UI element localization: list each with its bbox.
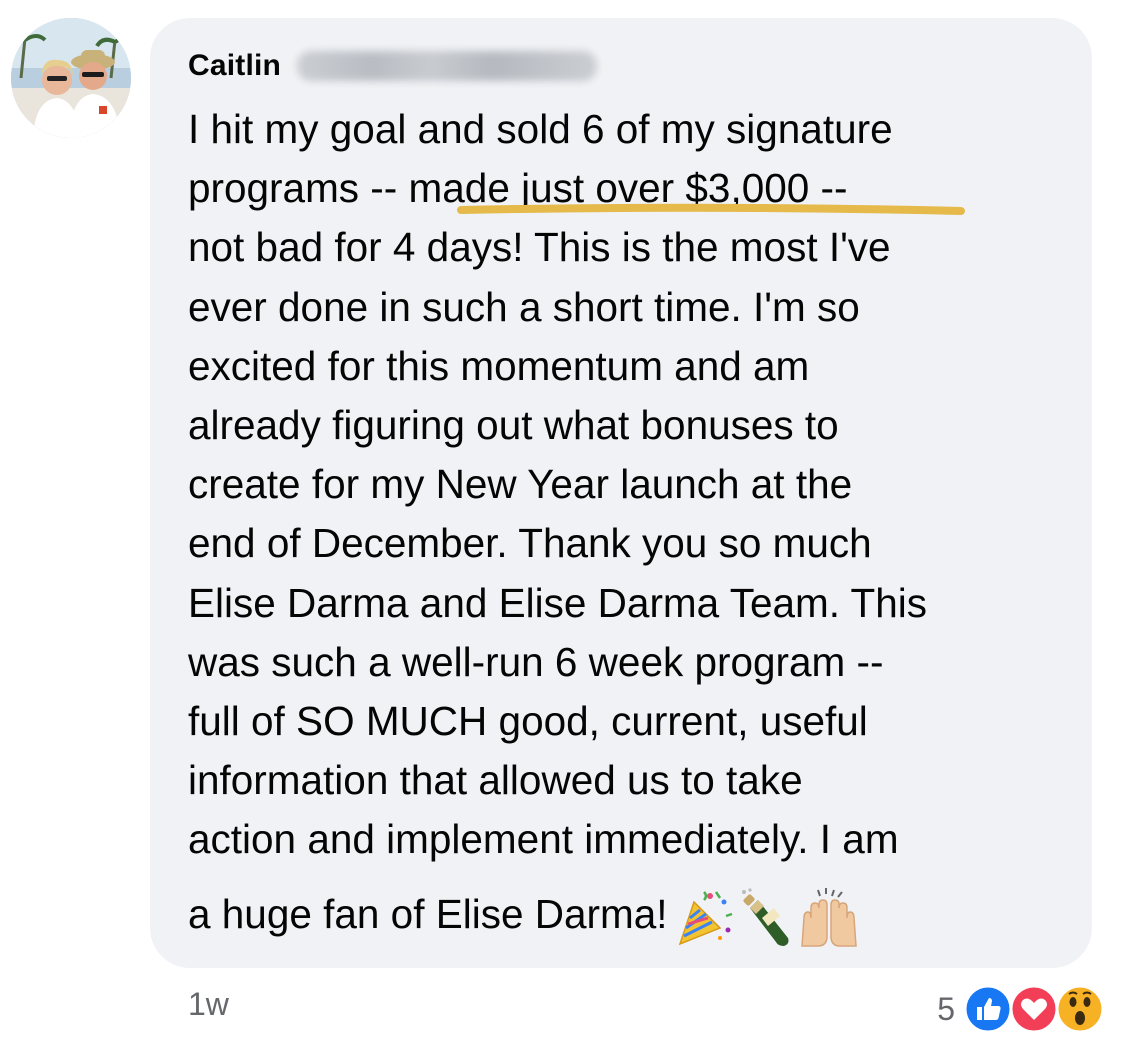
party-popper-icon	[674, 888, 734, 948]
comment-line: I hit my goal and sold 6 of my signature	[188, 106, 893, 152]
comment-line: ever done in such a short time. I'm so	[188, 283, 860, 330]
author-avatar[interactable]	[11, 18, 131, 138]
like-reaction-icon	[963, 984, 1013, 1034]
raised-hands-icon	[798, 887, 860, 948]
comment-line: Elise Darma and Elise Darma Team. This	[188, 579, 928, 626]
comment-line: a huge fan of Elise Darma!	[188, 891, 668, 938]
comment-line: not bad for 4 days! This is the most I'v…	[188, 224, 891, 271]
comment-line: excited for this momentum and am	[188, 342, 810, 389]
wow-reaction-icon	[1055, 984, 1105, 1034]
author-name[interactable]: Caitlin	[188, 49, 281, 83]
comment-line-with-emojis: a huge fan of Elise Darma!	[188, 885, 1078, 947]
comment-line: action and implement immediately. I am	[188, 816, 899, 863]
avatar-photo	[11, 18, 131, 138]
comment-line: was such a well-run 6 week program --	[188, 638, 884, 685]
comment-author[interactable]: Caitlin	[188, 44, 598, 88]
comment-timestamp[interactable]: 1w	[188, 986, 229, 1023]
love-reaction-icon	[1009, 984, 1059, 1034]
comment-line: end of December. Thank you so much	[188, 520, 872, 567]
comment-line: information that allowed us to take	[188, 757, 803, 804]
reaction-count: 5	[937, 990, 955, 1027]
reaction-summary[interactable]: 5	[937, 984, 1113, 1034]
comment-body: I hit my goal and sold 6 of my signature…	[188, 100, 1078, 947]
reaction-icons	[963, 984, 1113, 1034]
comment-line: full of SO MUCH good, current, useful	[188, 697, 868, 744]
author-last-name-redacted	[297, 51, 598, 81]
comment-line: create for my New Year launch at the	[188, 461, 853, 508]
comment-line: programs -- made just over $3,000 --	[188, 165, 848, 212]
comment-line: already figuring out what bonuses to	[188, 401, 839, 448]
champagne-icon	[740, 888, 792, 948]
